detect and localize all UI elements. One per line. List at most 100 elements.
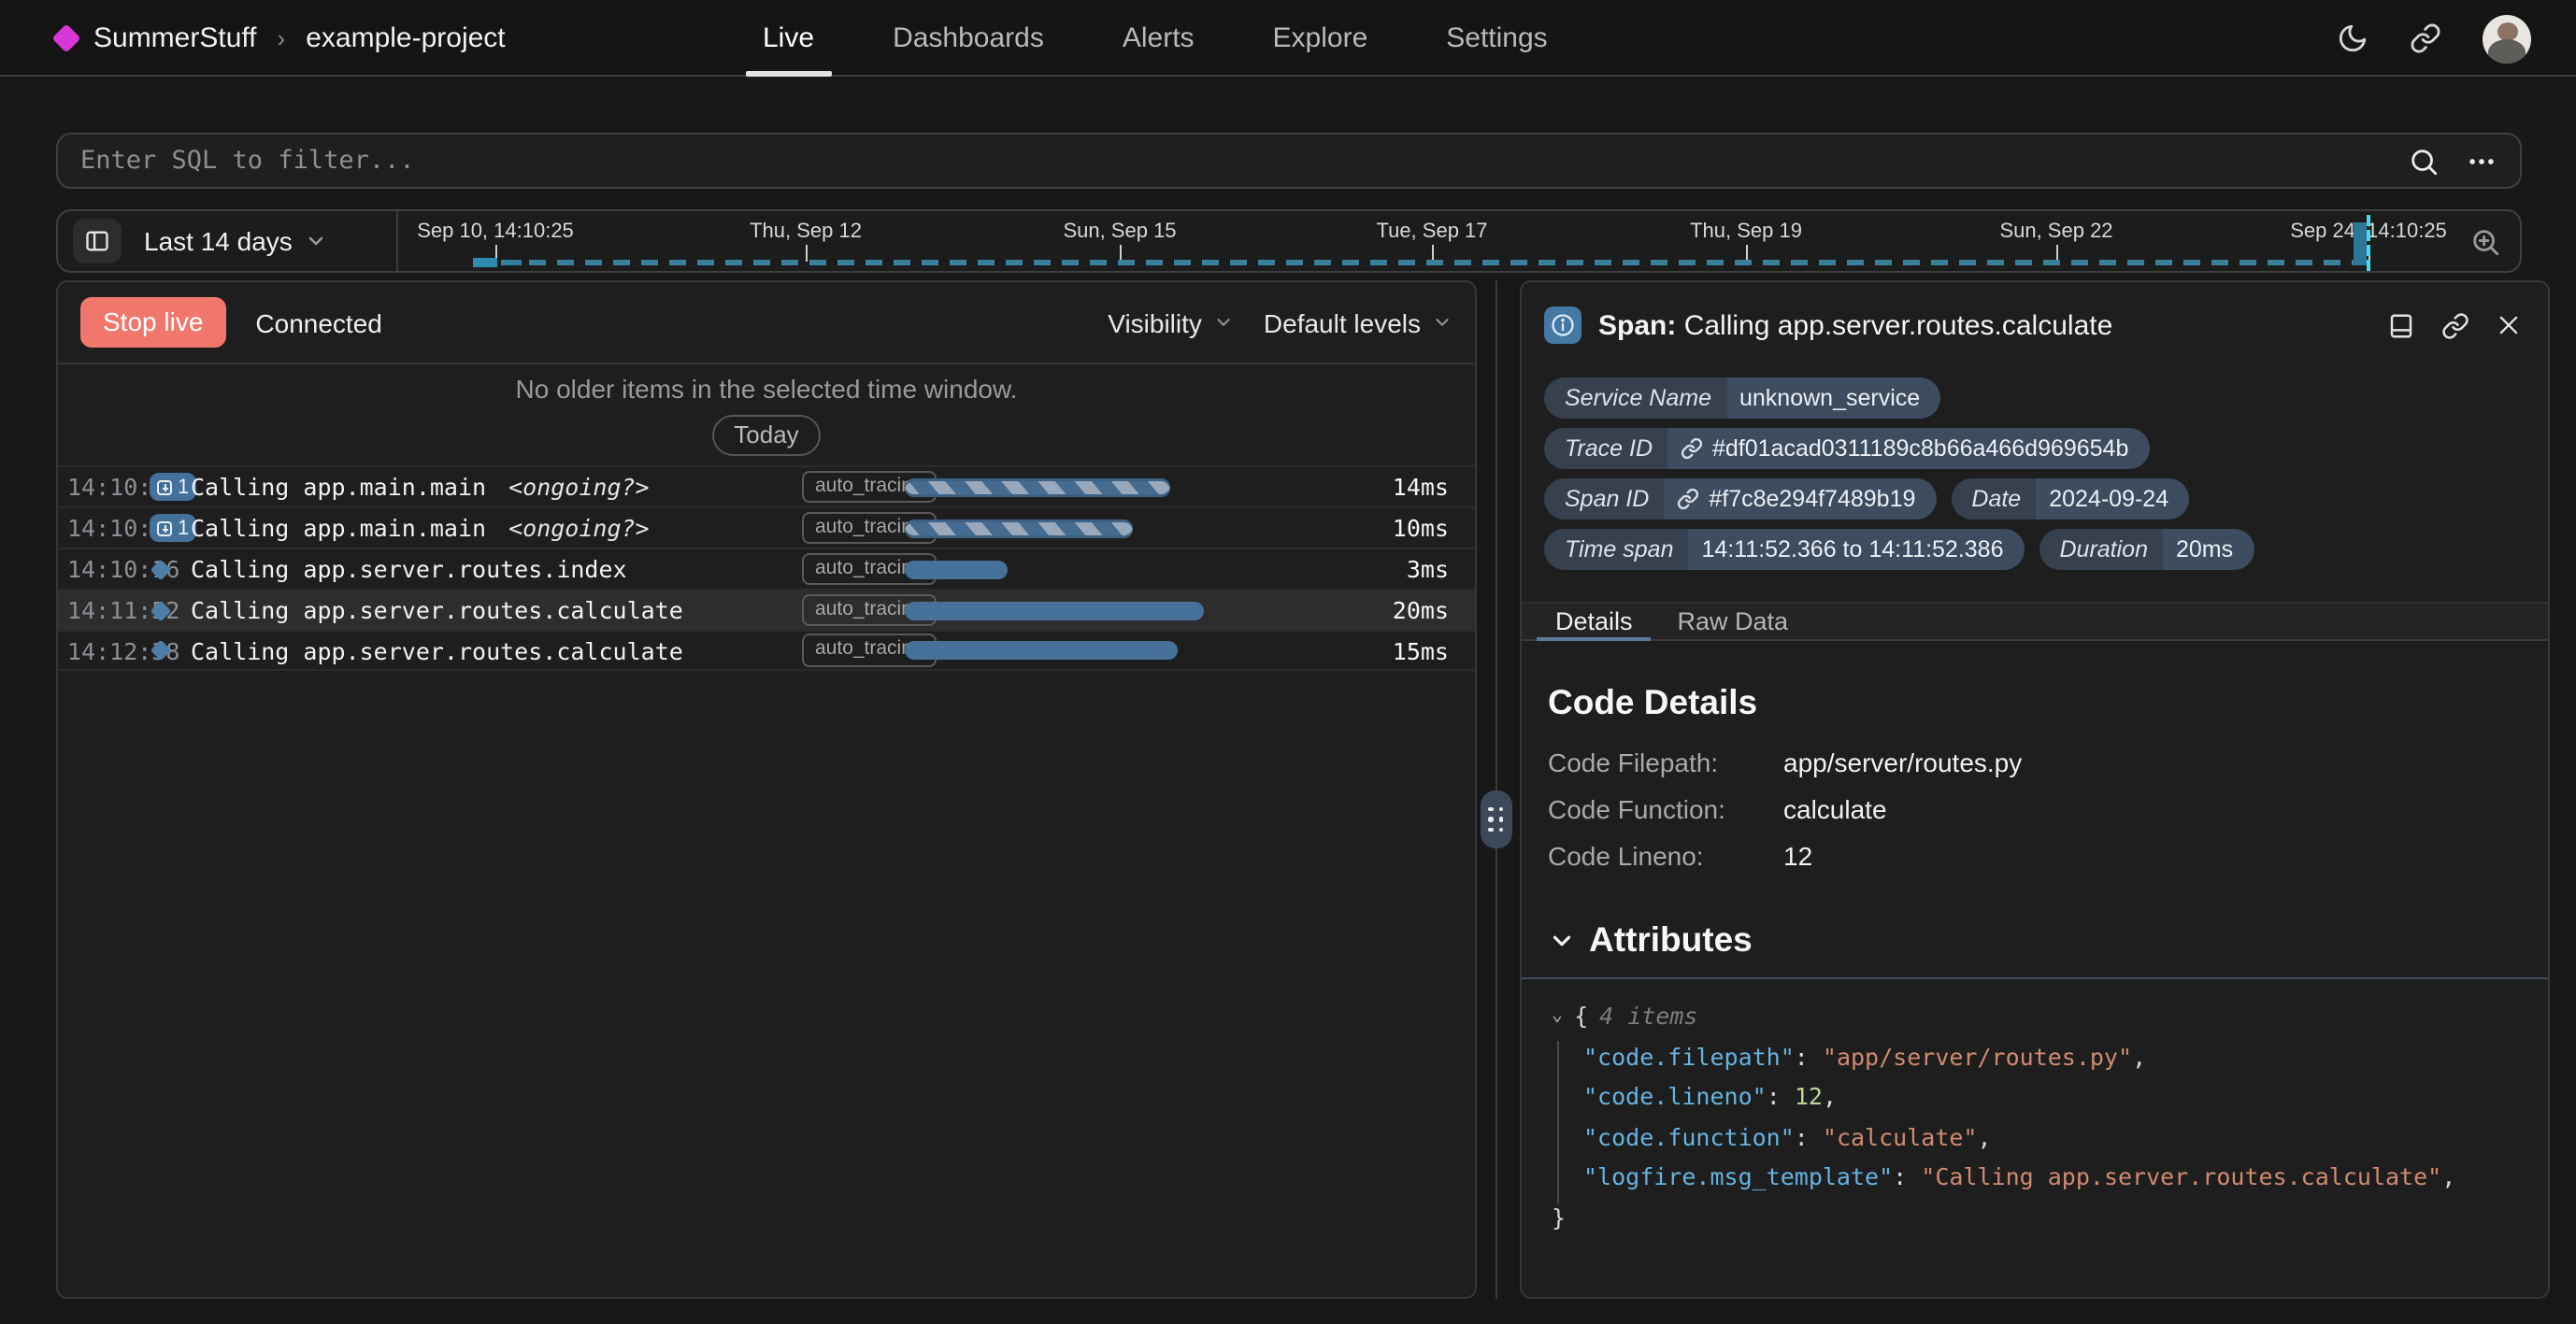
- attributes-heading: Attributes: [1589, 919, 1753, 961]
- logo-diamond-icon: [51, 23, 80, 52]
- zoom-in-icon[interactable]: [2451, 211, 2520, 271]
- timeline-label: Thu, Sep 19: [1690, 221, 1802, 243]
- time-range-dropdown[interactable]: Last 14 days: [144, 226, 328, 256]
- json-root-line[interactable]: ⌄{ 4 items: [1552, 996, 2522, 1036]
- json-key: "code.lineno": [1583, 1082, 1767, 1110]
- copy-link-icon[interactable]: [2441, 311, 2469, 339]
- today-button[interactable]: Today: [711, 415, 821, 456]
- timeline-label: Tue, Sep 17: [1376, 221, 1487, 243]
- badge-value: 2024-09-24: [2036, 478, 2189, 520]
- breadcrumb-project[interactable]: SummerStuff: [93, 22, 257, 54]
- attributes-json-viewer: ⌄{ 4 items "code.filepath": "app/server/…: [1552, 996, 2522, 1237]
- tab-live[interactable]: Live: [763, 0, 814, 77]
- visibility-dropdown[interactable]: Visibility: [1108, 307, 1234, 337]
- theme-moon-icon[interactable]: [2337, 22, 2368, 54]
- json-value: "Calling app.server.routes.calculate": [1921, 1162, 2441, 1190]
- search-icon[interactable]: [2408, 145, 2440, 177]
- top-nav: SummerStuff › example-project Live Dashb…: [0, 0, 2576, 77]
- row-timestamp: 14:10:06: [67, 514, 150, 542]
- duration-bar: [905, 519, 1133, 537]
- duration-bar-cell: [905, 601, 1224, 619]
- table-row[interactable]: 14:10:16 Calling app.server.routes.index…: [58, 548, 1475, 589]
- table-row-selected[interactable]: 14:11:52 Calling app.server.routes.calcu…: [58, 589, 1475, 630]
- connection-status: Connected: [255, 307, 381, 337]
- tab-alerts[interactable]: Alerts: [1123, 0, 1195, 77]
- trace-id-badge[interactable]: Trace ID #df01acad0311189c8b66a466d96965…: [1544, 428, 2149, 469]
- badge-label: Date: [1951, 478, 2036, 520]
- row-timestamp: 14:10:05: [67, 473, 150, 501]
- row-timestamp: 14:11:52: [67, 596, 150, 624]
- json-indent-guide: [1557, 1041, 1559, 1203]
- span-name: Calling app.server.routes.calculate: [191, 636, 683, 664]
- dock-panel-icon[interactable]: [2387, 311, 2415, 339]
- json-attribute-line: "code.filepath": "app/server/routes.py",: [1552, 1036, 2522, 1076]
- chevron-down-icon: [306, 230, 328, 252]
- span-detail-actions: [2387, 311, 2522, 339]
- json-key: "code.function": [1583, 1122, 1795, 1150]
- child-count-badge[interactable]: 1: [150, 514, 196, 542]
- code-details-heading: Code Details: [1548, 682, 2522, 723]
- table-row[interactable]: 14:12:38 Calling app.server.routes.calcu…: [58, 630, 1475, 671]
- timeline-histogram[interactable]: Sep 10, 14:10:25 Thu, Sep 12 Sun, Sep 15…: [398, 211, 2451, 271]
- span-diamond-icon: [150, 640, 172, 662]
- live-feed-header: Stop live Connected Visibility Default l…: [58, 282, 1475, 364]
- badge-label: Time span: [1544, 529, 1689, 570]
- detail-tabs: Details Raw Data: [1522, 602, 2548, 641]
- span-name: Calling app.server.routes.calculate: [191, 596, 683, 624]
- json-attribute-line: "code.function": "calculate",: [1552, 1117, 2522, 1157]
- span-title-prefix: Span:: [1598, 309, 1676, 341]
- tab-settings[interactable]: Settings: [1446, 0, 1547, 77]
- attributes-divider: [1522, 977, 2548, 979]
- expand-plus-icon: [157, 520, 172, 535]
- json-close-brace: }: [1552, 1197, 2522, 1237]
- tab-raw-data[interactable]: Raw Data: [1659, 604, 1808, 639]
- badge-label: Service Name: [1544, 377, 1726, 419]
- duration-bar-cell: [905, 519, 1224, 537]
- timeline-cursor-line: [2367, 215, 2370, 271]
- share-link-icon[interactable]: [2410, 22, 2441, 54]
- code-details-table: Code Filepath: app/server/routes.py Code…: [1548, 747, 2522, 871]
- kv-label: Code Function:: [1548, 794, 1783, 824]
- breadcrumb[interactable]: SummerStuff › example-project: [56, 0, 506, 77]
- close-icon[interactable]: [2496, 312, 2522, 338]
- span-id-badge[interactable]: Span ID #f7c8e294f7489b19: [1544, 478, 1936, 520]
- kv-label: Code Filepath:: [1548, 747, 1783, 777]
- older-items-notice: No older items in the selected time wind…: [58, 364, 1475, 465]
- timeline-label: Thu, Sep 12: [750, 221, 862, 243]
- timeline-label-start: Sep 10, 14:10:25: [417, 221, 574, 243]
- kv-label: Code Lineno:: [1548, 841, 1783, 871]
- json-key: "logfire.msg_template": [1583, 1162, 1893, 1190]
- duration-bar-cell: [905, 560, 1224, 578]
- json-comma: ,: [2441, 1162, 2455, 1190]
- default-levels-dropdown[interactable]: Default levels: [1264, 307, 1453, 337]
- panel-resize-handle[interactable]: [1481, 790, 1512, 848]
- kv-value: 12: [1783, 841, 2522, 871]
- sidebar-toggle-button[interactable]: [73, 219, 122, 263]
- nav-tabs: Live Dashboards Alerts Explore Settings: [763, 0, 1548, 77]
- span-detail-panel: Span: Calling app.server.routes.calculat…: [1520, 280, 2550, 1299]
- child-count-badge[interactable]: 1: [150, 473, 196, 501]
- duration-value: 20ms: [1224, 596, 1475, 624]
- span-metadata-badges: Service Name unknown_service Trace ID #d…: [1522, 368, 2548, 570]
- badge-value: #df01acad0311189c8b66a466d969654b: [1712, 434, 2128, 461]
- duration-value: 10ms: [1224, 514, 1475, 542]
- json-comma: ,: [2132, 1042, 2146, 1070]
- table-row[interactable]: 14:10:05 1 Calling app.main.main<ongoing…: [58, 465, 1475, 506]
- sql-filter-input[interactable]: Enter SQL to filter...: [56, 133, 2522, 189]
- tab-details[interactable]: Details: [1537, 604, 1652, 639]
- empty-message: No older items in the selected time wind…: [516, 374, 1018, 404]
- duration-badge: Duration 20ms: [2039, 529, 2254, 570]
- tab-dashboards[interactable]: Dashboards: [893, 0, 1044, 77]
- more-options-icon[interactable]: [2466, 145, 2497, 177]
- table-row[interactable]: 14:10:06 1 Calling app.main.main<ongoing…: [58, 506, 1475, 548]
- sql-filter-placeholder: Enter SQL to filter...: [80, 146, 2408, 176]
- time-span-badge: Time span 14:11:52.366 to 14:11:52.386: [1544, 529, 2025, 570]
- info-icon: [1544, 306, 1581, 344]
- breadcrumb-environment[interactable]: example-project: [306, 22, 505, 54]
- tab-explore[interactable]: Explore: [1273, 0, 1368, 77]
- json-attribute-line: "code.lineno": 12,: [1552, 1076, 2522, 1117]
- attributes-collapse-toggle[interactable]: Attributes: [1522, 919, 2548, 961]
- json-collapse-caret-icon[interactable]: ⌄: [1552, 996, 1563, 1036]
- stop-live-button[interactable]: Stop live: [80, 297, 225, 348]
- user-avatar[interactable]: [2483, 14, 2531, 63]
